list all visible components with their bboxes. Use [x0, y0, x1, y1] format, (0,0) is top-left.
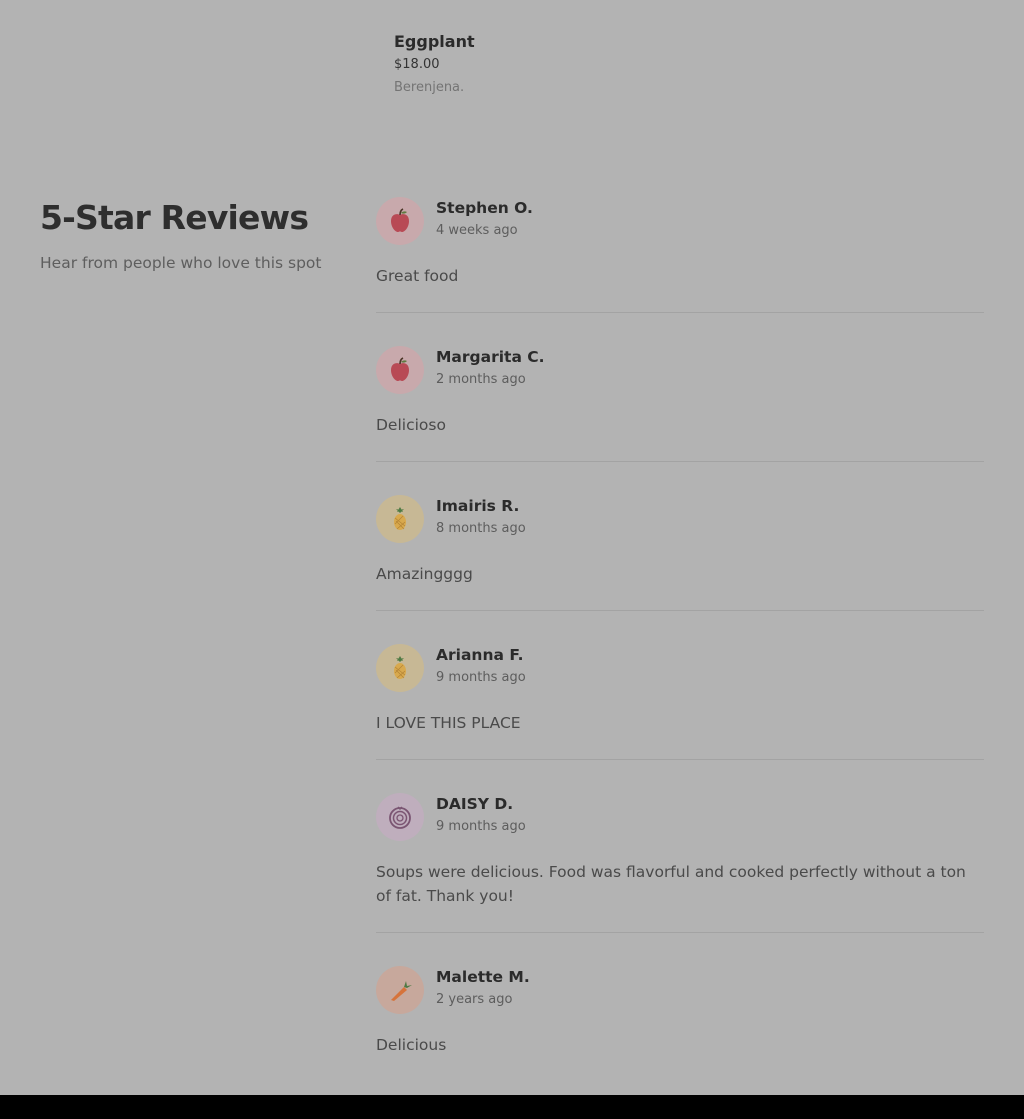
review-text: Great food [376, 267, 459, 285]
review-time: 2 years ago [436, 992, 513, 1007]
bottom-bar [0, 1095, 1024, 1119]
review-text: Delicious [376, 1036, 447, 1054]
reviewer-name: Margarita C. [436, 348, 545, 366]
menu-item-description: Berenjena. [394, 80, 465, 95]
reviewer-name: DAISY D. [436, 795, 514, 813]
review-text: I LOVE THIS PLACE [376, 714, 521, 732]
reviews-subtitle: Hear from people who love this spot [40, 254, 322, 272]
review-time: 9 months ago [436, 670, 526, 685]
review-card: DAISY D. 9 months ago Soups were delicio… [376, 793, 984, 933]
review-text: Delicioso [376, 416, 446, 434]
reviewer-name: Imairis R. [436, 497, 520, 515]
apple-icon [376, 197, 424, 245]
review-card: Arianna F. 9 months ago I LOVE THIS PLAC… [376, 644, 984, 760]
menu-item-name: Eggplant [394, 32, 475, 51]
carrot-icon [376, 966, 424, 1014]
menu-item[interactable]: Eggplant $18.00 Berenjena. [394, 30, 794, 98]
pineapple-icon [376, 495, 424, 543]
menu-item-price: $18.00 [394, 57, 440, 72]
review-list: Stephen O. 4 weeks ago Great food Margar… [376, 197, 984, 1114]
pineapple-icon [376, 644, 424, 692]
review-text: Amazingggg [376, 565, 473, 583]
review-time: 4 weeks ago [436, 223, 518, 238]
reviewer-name: Arianna F. [436, 646, 524, 664]
review-card: Imairis R. 8 months ago Amazingggg [376, 495, 984, 611]
previous-item-fragment [394, 0, 512, 2]
onion-icon [376, 793, 424, 841]
review-text: Soups were delicious. Food was flavorful… [376, 863, 966, 905]
review-time: 9 months ago [436, 819, 526, 834]
reviews-title: 5-Star Reviews [40, 198, 309, 237]
review-time: 2 months ago [436, 372, 526, 387]
reviewer-name: Malette M. [436, 968, 530, 986]
review-card: Margarita C. 2 months ago Delicioso [376, 346, 984, 462]
review-card: Stephen O. 4 weeks ago Great food [376, 197, 984, 313]
review-time: 8 months ago [436, 521, 526, 536]
review-card: Malette M. 2 years ago Delicious [376, 966, 984, 1081]
reviews-header: 5-Star Reviews Hear from people who love… [40, 196, 340, 274]
reviewer-name: Stephen O. [436, 199, 533, 217]
apple-icon [376, 346, 424, 394]
